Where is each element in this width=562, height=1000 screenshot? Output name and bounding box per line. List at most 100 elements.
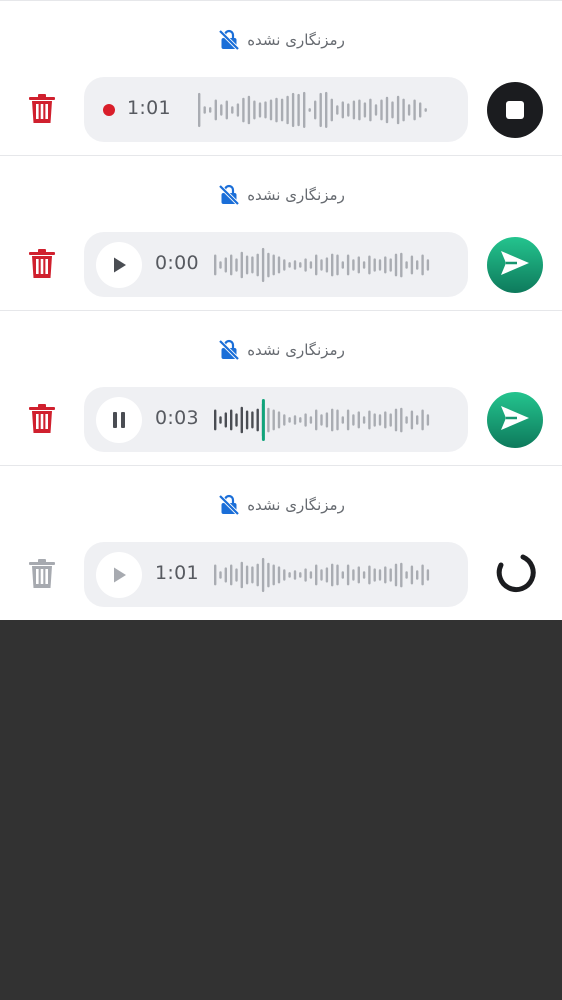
waveform[interactable] xyxy=(214,244,432,286)
delete-button[interactable] xyxy=(26,402,58,436)
encryption-status: رمزنگاری نشده xyxy=(0,28,562,52)
encryption-status-label: رمزنگاری نشده xyxy=(247,186,345,204)
waveform-bar xyxy=(405,571,408,579)
waveform-bar xyxy=(261,557,265,593)
waveform-bar xyxy=(235,258,238,272)
waveform-bar xyxy=(357,411,360,429)
waveform-bar xyxy=(253,100,256,120)
stop-icon xyxy=(506,101,524,119)
waveform-bar xyxy=(277,566,281,584)
waveform-bar xyxy=(214,99,217,121)
waveform-bar xyxy=(280,98,284,122)
waveform-bar xyxy=(352,569,355,581)
send-button[interactable] xyxy=(487,392,543,448)
waveform-bar xyxy=(410,565,414,585)
delete-button xyxy=(26,557,58,591)
waveform-bar xyxy=(299,572,302,578)
waveform-bar xyxy=(362,571,366,579)
waveform-bar xyxy=(410,410,414,430)
waveform-bar xyxy=(261,247,265,283)
waveform-bar xyxy=(331,563,334,587)
waveform-bar xyxy=(256,563,259,587)
play-button[interactable] xyxy=(96,242,142,288)
pause-icon xyxy=(111,411,127,429)
waveform-bar xyxy=(426,414,430,426)
waveform-bar xyxy=(400,407,403,433)
voice-player: 0:00 xyxy=(84,232,468,297)
waveform-bar xyxy=(419,102,422,118)
loading-spinner xyxy=(487,547,543,603)
voice-message-row: رمزنگاری نشده 0:00 xyxy=(0,155,562,310)
delete-button[interactable] xyxy=(26,247,58,281)
playback-time: 0:03 xyxy=(155,407,199,429)
playhead xyxy=(261,399,265,441)
waveform-bar xyxy=(363,102,367,118)
waveform-bar xyxy=(378,569,382,581)
waveform-bar xyxy=(407,104,411,116)
waveform-bar xyxy=(209,107,212,113)
play-icon xyxy=(111,256,127,274)
waveform-bar xyxy=(315,564,318,586)
waveform-bar xyxy=(341,416,344,424)
waveform[interactable] xyxy=(214,399,432,441)
waveform-bar xyxy=(369,98,372,122)
lock-off-icon xyxy=(217,338,241,362)
waveform-bar xyxy=(264,101,267,119)
send-icon xyxy=(499,249,531,281)
waveform-bar xyxy=(358,99,361,121)
waveform-bar xyxy=(320,414,323,426)
waveform-bar xyxy=(308,108,311,112)
waveform-bar xyxy=(410,255,414,275)
waveform-bar xyxy=(304,413,307,427)
waveform-bar xyxy=(362,261,366,269)
waveform-bar xyxy=(236,103,240,117)
send-button[interactable] xyxy=(487,237,543,293)
waveform-bar xyxy=(374,104,378,116)
stop-recording-button[interactable] xyxy=(487,82,543,138)
voice-message-row: رمزنگاری نشده 0:03 xyxy=(0,310,562,465)
waveform-bar xyxy=(426,569,430,581)
trash-icon xyxy=(27,248,57,280)
waveform[interactable] xyxy=(214,554,432,596)
waveform-bar xyxy=(400,252,403,278)
waveform-bar xyxy=(385,96,389,124)
waveform-bar xyxy=(256,253,259,277)
waveform-bar xyxy=(336,105,339,115)
waveform-bar xyxy=(424,108,427,112)
waveform-bar xyxy=(346,409,350,431)
waveform-bar xyxy=(368,565,371,585)
waveform-bar xyxy=(391,101,394,119)
waveform-bar xyxy=(357,566,360,584)
waveform-bar xyxy=(347,103,350,117)
waveform-bar xyxy=(416,415,419,425)
waveform-bar xyxy=(283,414,286,426)
waveform-bar xyxy=(251,256,254,274)
waveform-bar xyxy=(314,100,317,120)
play-button xyxy=(96,552,142,598)
waveform-bar xyxy=(242,97,245,123)
waveform-bar xyxy=(346,564,350,586)
waveform-bar xyxy=(416,570,419,580)
waveform-bar xyxy=(320,569,323,581)
waveform-bar xyxy=(325,567,329,583)
waveform-bar xyxy=(224,412,227,428)
waveform-bar xyxy=(288,572,291,578)
waveform-bar xyxy=(389,568,392,582)
waveform-bar xyxy=(405,416,408,424)
waveform-bar xyxy=(319,92,322,128)
waveform-bar xyxy=(336,254,339,276)
voice-recordings-panel: رمزنگاری نشده 1:01 رمزنگاری نشده 0:00 رم… xyxy=(0,0,562,620)
waveform-bar xyxy=(277,411,281,429)
waveform-bar xyxy=(288,262,291,268)
waveform-bar xyxy=(373,413,376,427)
encryption-status-label: رمزنگاری نشده xyxy=(247,341,345,359)
waveform-bar xyxy=(247,95,251,125)
waveform-bar xyxy=(219,416,222,424)
delete-button[interactable] xyxy=(26,92,58,126)
waveform-bar xyxy=(341,261,344,269)
waveform-bar xyxy=(394,408,398,432)
waveform-bar xyxy=(304,568,307,582)
waveform-bar xyxy=(230,254,233,276)
pause-button[interactable] xyxy=(96,397,142,443)
waveform-bar xyxy=(402,98,405,122)
